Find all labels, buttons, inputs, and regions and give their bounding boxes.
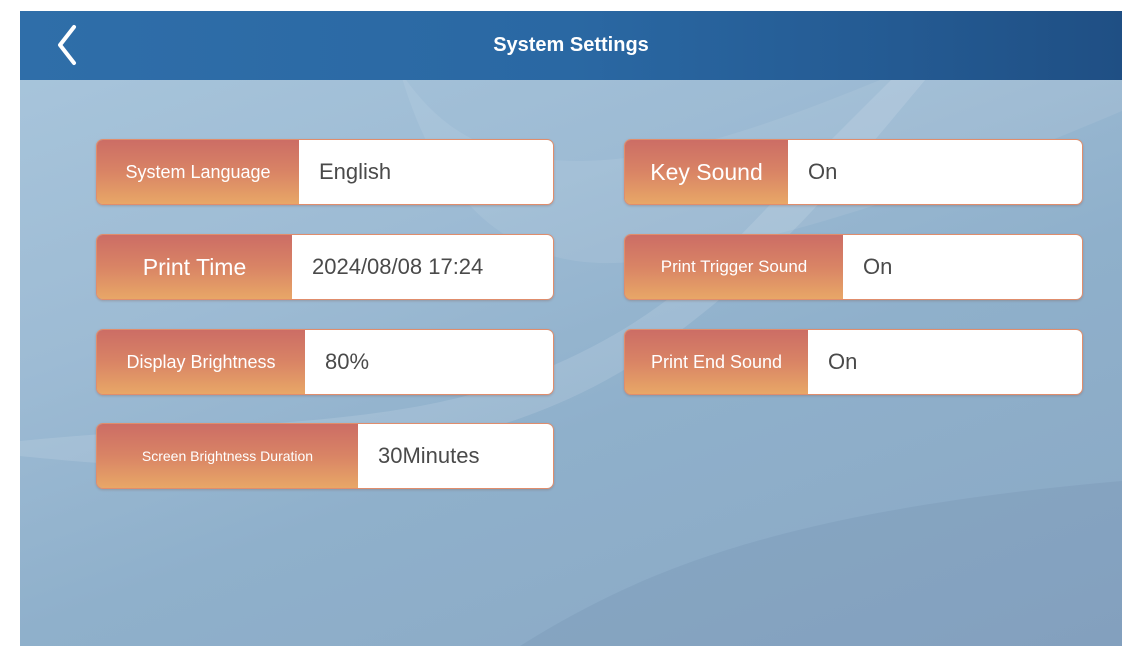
setting-label: Display Brightness — [97, 330, 305, 394]
setting-display-brightness[interactable]: Display Brightness 80% — [96, 329, 554, 395]
setting-print-end-sound[interactable]: Print End Sound On — [624, 329, 1083, 395]
setting-label: Print End Sound — [625, 330, 808, 394]
setting-label: Print Time — [97, 235, 292, 299]
setting-key-sound[interactable]: Key Sound On — [624, 139, 1083, 205]
setting-screen-brightness-duration[interactable]: Screen Brightness Duration 30Minutes — [96, 423, 554, 489]
setting-system-language[interactable]: System Language English — [96, 139, 554, 205]
setting-value: On — [843, 235, 1082, 299]
setting-label: Screen Brightness Duration — [97, 424, 358, 488]
page-title: System Settings — [493, 34, 649, 56]
back-button[interactable] — [50, 23, 90, 67]
setting-print-trigger-sound[interactable]: Print Trigger Sound On — [624, 234, 1083, 300]
setting-value: 80% — [305, 330, 553, 394]
setting-value: 30Minutes — [358, 424, 553, 488]
setting-label: System Language — [97, 140, 299, 204]
chevron-left-icon — [58, 25, 76, 65]
setting-print-time[interactable]: Print Time 2024/08/08 17:24 — [96, 234, 554, 300]
header-bar: System Settings — [20, 11, 1122, 80]
settings-screen: System Settings System Language English … — [20, 11, 1122, 646]
setting-value: On — [788, 140, 1082, 204]
setting-label: Print Trigger Sound — [625, 235, 843, 299]
setting-label: Key Sound — [625, 140, 788, 204]
setting-value: On — [808, 330, 1082, 394]
setting-value: 2024/08/08 17:24 — [292, 235, 553, 299]
setting-value: English — [299, 140, 553, 204]
